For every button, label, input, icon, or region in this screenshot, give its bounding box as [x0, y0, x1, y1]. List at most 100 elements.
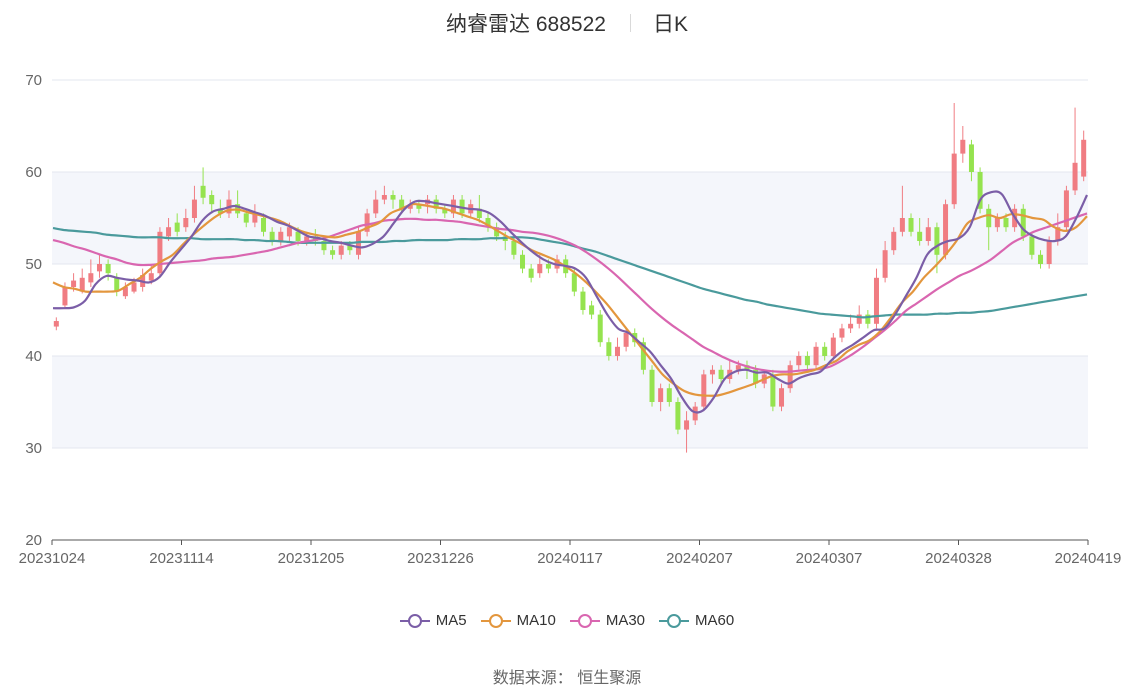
legend-label: MA30: [605, 612, 646, 629]
candle-body: [1003, 218, 1009, 228]
candle-body: [286, 227, 292, 237]
kline-chart: 203040506070 20231024 20231114 20231205 202…: [19, 72, 1122, 567]
candle-body: [520, 254, 526, 269]
candle-body: [390, 195, 396, 200]
candle: [787, 360, 793, 393]
legend-item-ma5[interactable]: MA5: [399, 612, 467, 629]
legend-swatch: [399, 613, 430, 628]
data-source-label: 数据来源：: [492, 670, 573, 687]
x-tick-label: 20240307: [796, 550, 863, 567]
x-tick-label: 20231226: [407, 550, 474, 567]
candle-body: [1072, 162, 1078, 191]
y-tick-label: 30: [25, 440, 42, 457]
candle-body: [718, 369, 724, 379]
x-tick-label: 20231024: [19, 550, 86, 567]
candle: [1072, 107, 1078, 195]
x-tick-label: 20240117: [537, 550, 603, 567]
y-tick-label: 20: [25, 532, 42, 549]
candle: [1063, 185, 1069, 232]
candle-body: [1038, 254, 1044, 264]
candle-body: [830, 337, 836, 356]
x-axis: 20231024 20231114 20231205 20231226 20240117…: [19, 539, 1121, 567]
candle-body: [528, 268, 534, 278]
candle-body: [709, 369, 715, 375]
candle-body: [373, 199, 379, 214]
data-source-value: 恒生聚源: [577, 670, 642, 687]
candle-body: [675, 402, 681, 430]
candle-body: [88, 273, 94, 283]
candle: [839, 323, 845, 343]
data-source: 数据来源： 恒生聚源: [0, 664, 1134, 688]
candle: [701, 369, 707, 412]
candle-body: [183, 218, 189, 228]
candle-body: [166, 227, 172, 237]
candle: [675, 397, 681, 435]
legend-item-ma30[interactable]: MA30: [569, 612, 646, 629]
candle-body: [848, 323, 854, 329]
candle-body: [71, 280, 77, 287]
y-tick-label: 40: [25, 348, 42, 365]
candle-body: [200, 185, 206, 198]
candle-body: [96, 264, 102, 272]
grid-band: [52, 356, 1088, 448]
candle-body: [770, 374, 776, 407]
candle-body: [174, 222, 180, 232]
candle-body: [960, 139, 966, 154]
candle-body: [614, 346, 620, 356]
candle-body: [925, 227, 931, 241]
candle-body: [804, 356, 810, 366]
candle: [1081, 130, 1087, 182]
legend-label: MA60: [695, 612, 735, 629]
candle-body: [908, 218, 914, 232]
candle-body: [796, 356, 802, 366]
candle-body: [934, 227, 940, 255]
y-axis: 20 30 40 50 60 70: [25, 72, 42, 549]
x-tick-label: 20231114: [149, 550, 214, 567]
candle-body: [623, 333, 629, 347]
candle-body: [580, 291, 586, 310]
candle-body: [986, 208, 992, 228]
candle-body: [381, 195, 387, 200]
x-tick-label: 20231205: [278, 550, 345, 567]
candle-body: [1029, 236, 1035, 255]
candle-body: [53, 321, 59, 327]
chart-bands: [52, 172, 1088, 448]
candle-body: [338, 245, 344, 255]
legend-item-ma60[interactable]: MA60: [659, 612, 734, 629]
candle-body: [968, 144, 974, 172]
candle-body: [511, 241, 517, 255]
candle-body: [191, 199, 197, 218]
y-tick-label: 50: [25, 256, 42, 273]
y-tick-label: 70: [25, 72, 42, 89]
candle-body: [882, 250, 888, 278]
candle-body: [943, 204, 949, 255]
candle-body: [330, 250, 336, 255]
candle-body: [148, 273, 154, 281]
candle: [580, 287, 586, 315]
candle: [865, 310, 871, 329]
candle-body: [649, 369, 655, 402]
candle-body: [537, 264, 543, 274]
candle-body: [545, 264, 551, 269]
candle-body: [787, 365, 793, 389]
y-tick-label: 60: [25, 164, 42, 181]
candle-body: [243, 213, 249, 223]
candle-body: [813, 346, 819, 366]
candle-body: [597, 314, 603, 343]
candle: [873, 268, 879, 329]
legend-label: MA5: [435, 612, 467, 629]
chart-legend: MA5 MA10 MA30 MA60: [0, 612, 1134, 629]
candle-body: [571, 273, 577, 292]
candle-body: [701, 374, 707, 407]
candle-body: [269, 231, 275, 241]
candle-body: [105, 264, 111, 274]
candle-body: [589, 305, 595, 315]
x-tick-label: 20240207: [666, 550, 733, 567]
candle-body: [891, 231, 897, 251]
candle-body: [261, 218, 267, 232]
legend-item-ma10[interactable]: MA10: [480, 612, 556, 629]
candle: [53, 317, 59, 331]
candle-body: [209, 195, 215, 205]
candle: [597, 310, 603, 347]
candle: [528, 264, 534, 283]
